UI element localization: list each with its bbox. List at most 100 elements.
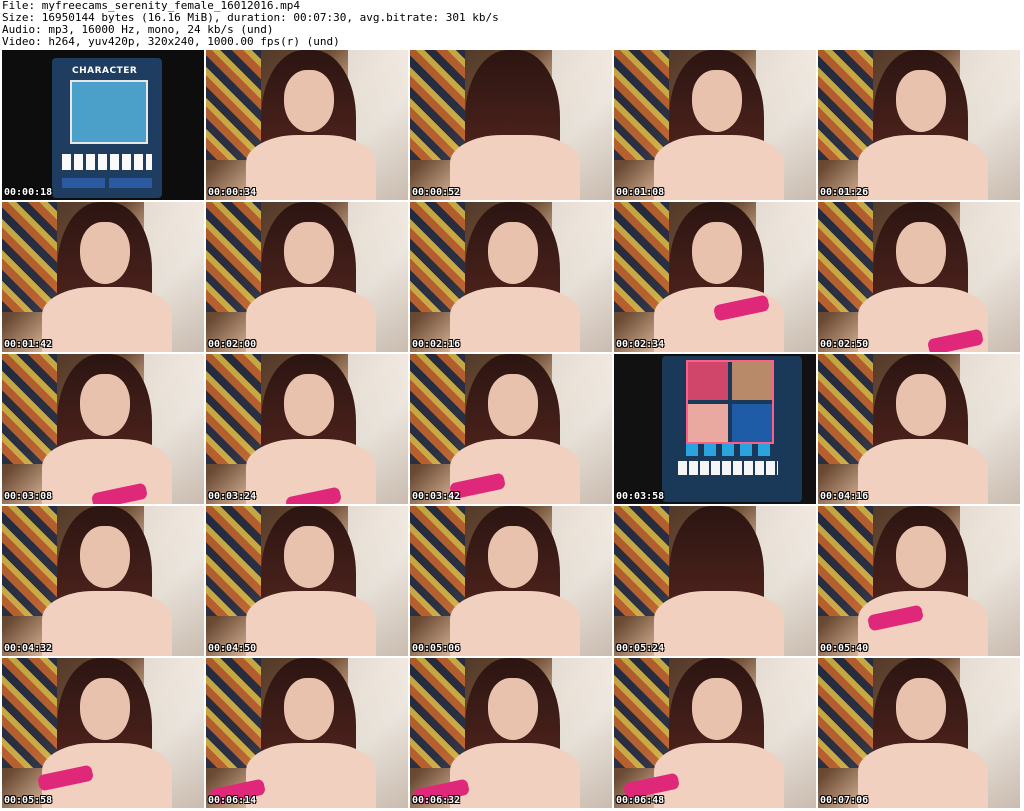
face [896,70,946,132]
background-pattern [614,506,669,616]
background-pattern [206,658,261,768]
file-info-header: File: myfreecams_serenity_female_1601201… [2,0,1022,50]
torso [450,135,580,200]
torso [42,287,172,352]
thumbnail-timestamp: 00:05:58 [4,795,53,806]
thumbnail: 00:05:40 [818,506,1020,656]
torso [246,135,376,200]
background-pattern [614,658,669,768]
torso [246,591,376,656]
thumbnail-grid: CHARACTER 00:00:18 00:00:34 00:00:52 00:… [0,50,1020,808]
thumbnail-timestamp: 00:03:24 [208,491,257,502]
background-pattern [410,202,465,312]
background-pattern [818,658,873,768]
picture-grid [686,360,774,444]
face [896,678,946,740]
thumbnail-timestamp: 00:00:52 [412,187,461,198]
background-pattern [2,658,57,768]
torso [450,287,580,352]
face [488,678,538,740]
thumbnail: 00:03:24 [206,354,408,504]
face [692,678,742,740]
thumbnail: 00:01:42 [2,202,204,352]
letter-slots [62,154,152,170]
face [488,526,538,588]
thumbnail-timestamp: 00:04:16 [820,491,869,502]
phone-screen: CHARACTER [52,58,162,198]
background-pattern [206,50,261,160]
face [284,374,334,436]
share-icons [686,444,770,456]
thumbnail: 00:02:50 [818,202,1020,352]
face [284,222,334,284]
background-pattern [818,202,873,312]
background-pattern [410,50,465,160]
face [284,526,334,588]
background-pattern [614,50,669,160]
thumbnail-timestamp: 00:05:06 [412,643,461,654]
thumbnail-timestamp: 00:02:00 [208,339,257,350]
thumbnail: 00:06:14 [206,658,408,808]
letter-slots [678,461,778,475]
thumbnail-timestamp: 00:06:48 [616,795,665,806]
thumbnail: 00:05:06 [410,506,612,656]
thumbnail-timestamp: 00:06:14 [208,795,257,806]
thumbnail: 00:01:26 [818,50,1020,200]
background-pattern [206,354,261,464]
background-pattern [206,202,261,312]
thumbnail-timestamp: 00:04:50 [208,643,257,654]
torso [450,743,580,808]
face [80,678,130,740]
background-pattern [614,202,669,312]
thumbnail-timestamp: 00:00:34 [208,187,257,198]
thumbnail-timestamp: 00:04:32 [4,643,53,654]
thumbnail-timestamp: 00:03:08 [4,491,53,502]
background-pattern [206,506,261,616]
background-pattern [2,354,57,464]
torso [42,591,172,656]
thumbnail-timestamp: 00:02:34 [616,339,665,350]
torso [246,287,376,352]
thumbnail: 00:06:32 [410,658,612,808]
thumbnail-timestamp: 00:00:18 [4,187,53,198]
thumbnail: 00:04:32 [2,506,204,656]
thumbnail: 00:00:34 [206,50,408,200]
thumbnail: 00:04:16 [818,354,1020,504]
character-label: CHARACTER [72,66,138,76]
phone-screen [662,356,802,502]
torso [450,591,580,656]
torso [858,135,988,200]
face [80,374,130,436]
thumbnail-timestamp: 00:07:06 [820,795,869,806]
character-image [70,80,148,144]
thumbnail: 00:04:50 [206,506,408,656]
face [896,374,946,436]
torso [654,591,784,656]
thumbnail: 00:03:42 [410,354,612,504]
thumbnail-timestamp: 00:01:42 [4,339,53,350]
thumbnail: 00:02:34 [614,202,816,352]
thumbnail-timestamp: 00:03:42 [412,491,461,502]
face [488,222,538,284]
thumbnail: 00:01:08 [614,50,816,200]
thumbnail: 00:02:00 [206,202,408,352]
thumbnail: 00:00:52 [410,50,612,200]
thumbnail: 00:03:58 [614,354,816,504]
torso [858,743,988,808]
thumbnail-timestamp: 00:05:24 [616,643,665,654]
thumbnail: 00:07:06 [818,658,1020,808]
background-pattern [818,354,873,464]
thumbnail-timestamp: 00:02:50 [820,339,869,350]
thumbnail: 00:05:24 [614,506,816,656]
face [692,222,742,284]
torso [654,135,784,200]
thumbnail: 00:05:58 [2,658,204,808]
torso [858,439,988,504]
face [80,222,130,284]
thumbnail: 00:02:16 [410,202,612,352]
thumbnail-timestamp: 00:03:58 [616,491,665,502]
face [896,526,946,588]
video-info-line: Video: h264, yuv420p, 320x240, 1000.00 f… [2,35,340,48]
background-pattern [2,202,57,312]
background-pattern [818,50,873,160]
